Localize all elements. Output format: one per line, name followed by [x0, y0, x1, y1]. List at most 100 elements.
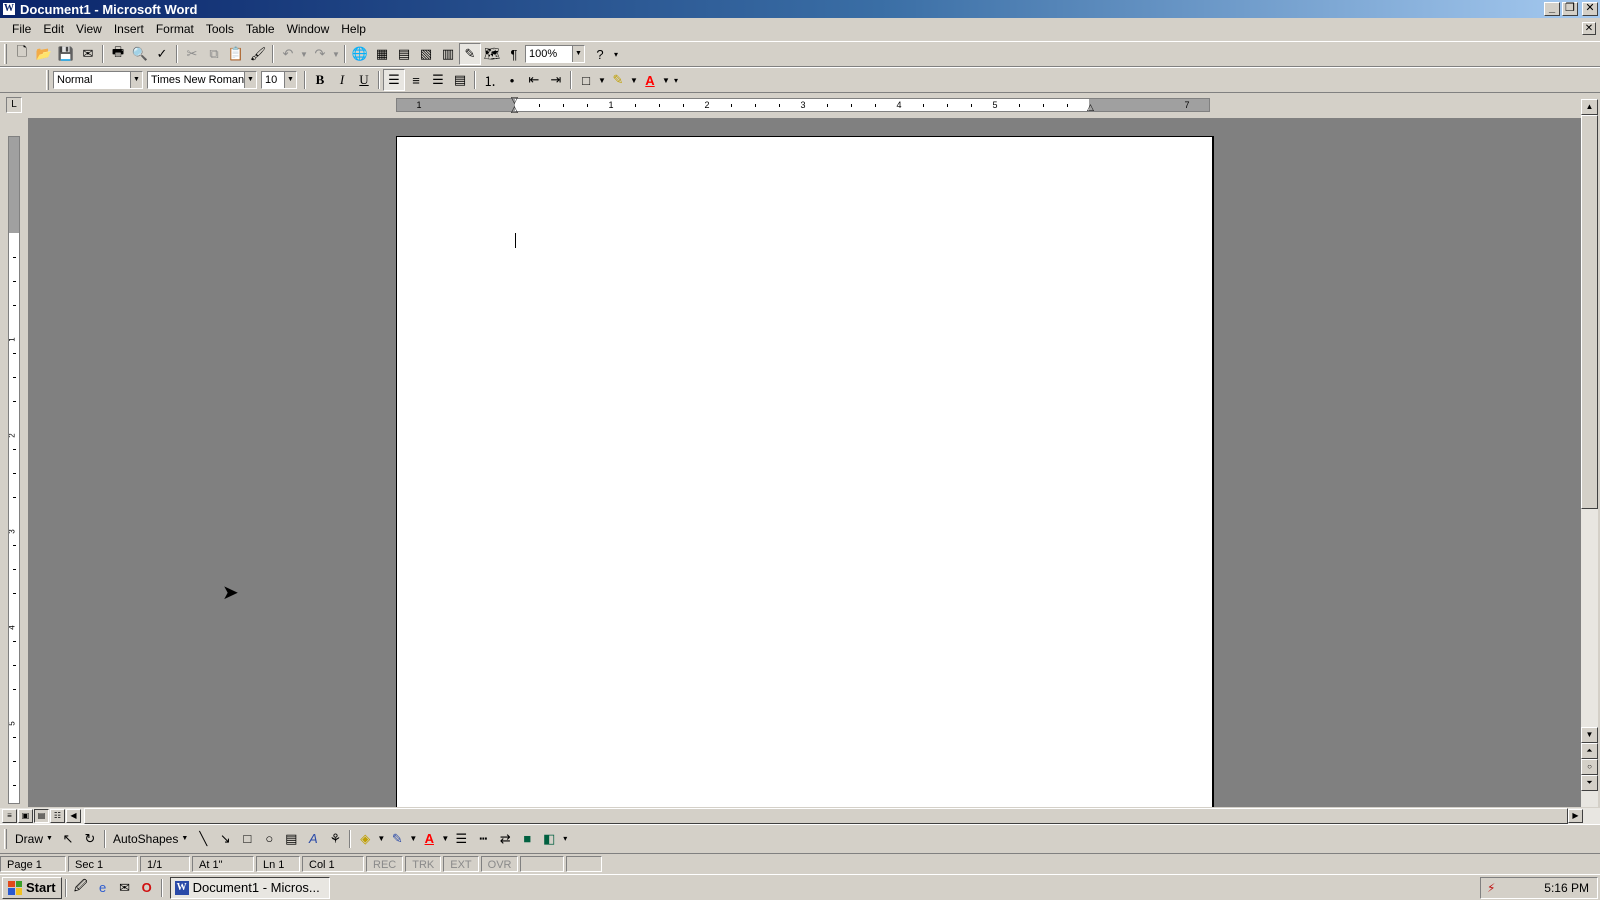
- increase-indent-icon[interactable]: ⇥: [545, 69, 567, 91]
- status-trk[interactable]: TRK: [405, 855, 442, 872]
- status-section[interactable]: Sec 1: [68, 855, 138, 872]
- wordart-icon[interactable]: A: [302, 828, 324, 850]
- font-color-icon[interactable]: A: [639, 69, 661, 91]
- toolbar-grip[interactable]: [46, 70, 49, 90]
- taskbar-word-button[interactable]: W Document1 - Micros...: [169, 876, 330, 899]
- free-rotate-icon[interactable]: ↻: [79, 828, 101, 850]
- highlight-icon[interactable]: ✎: [607, 69, 629, 91]
- redo-dropdown-icon[interactable]: ▼: [331, 43, 341, 65]
- document-close-button[interactable]: ✕: [1582, 22, 1596, 35]
- minimize-button[interactable]: _: [1544, 2, 1560, 16]
- shadow-icon[interactable]: ■: [516, 828, 538, 850]
- vertical-scrollbar[interactable]: ▲ ▼ ⏶ ○ ⏷: [1581, 99, 1598, 807]
- decrease-indent-icon[interactable]: ⇤: [523, 69, 545, 91]
- align-left-icon[interactable]: ☰: [383, 69, 405, 91]
- justify-icon[interactable]: ▤: [449, 69, 471, 91]
- open-icon[interactable]: 📂: [33, 43, 55, 65]
- restore-button[interactable]: ❐: [1562, 2, 1578, 16]
- text-box-icon[interactable]: ▤: [280, 828, 302, 850]
- 3d-icon[interactable]: ◧: [538, 828, 560, 850]
- tray-network-icon[interactable]: ⚡: [1487, 881, 1495, 895]
- status-column[interactable]: Col 1: [302, 855, 364, 872]
- toolbar-options-icon[interactable]: ▾: [671, 69, 681, 91]
- start-button[interactable]: Start: [2, 876, 62, 899]
- autoshapes-menu-button[interactable]: AutoShapes ▼: [109, 828, 192, 850]
- oval-icon[interactable]: ○: [258, 828, 280, 850]
- align-center-icon[interactable]: ≡: [405, 69, 427, 91]
- menu-file[interactable]: File: [6, 22, 37, 36]
- insert-table-icon[interactable]: ▤: [393, 43, 415, 65]
- scroll-up-icon[interactable]: ▲: [1581, 99, 1598, 115]
- menu-help[interactable]: Help: [335, 22, 372, 36]
- status-spelling[interactable]: [566, 855, 603, 872]
- spelling-icon[interactable]: ✓: [151, 43, 173, 65]
- font-size-select[interactable]: 10 ▼: [261, 71, 297, 89]
- line-icon[interactable]: ╲: [192, 828, 214, 850]
- select-objects-icon[interactable]: ↖: [57, 828, 79, 850]
- zoom-select[interactable]: 100% ▼: [525, 45, 585, 63]
- menu-tools[interactable]: Tools: [200, 22, 240, 36]
- email-icon[interactable]: ✉: [77, 43, 99, 65]
- scroll-down-icon[interactable]: ▼: [1581, 727, 1598, 743]
- font-select[interactable]: Times New Roman ▼: [147, 71, 257, 89]
- undo-icon[interactable]: ↶: [277, 43, 299, 65]
- internet-explorer-icon[interactable]: e: [92, 877, 114, 899]
- close-button[interactable]: ✕: [1582, 2, 1598, 16]
- opera-icon[interactable]: O: [136, 877, 158, 899]
- border-icon[interactable]: □: [575, 69, 597, 91]
- line-style-icon[interactable]: ☰: [450, 828, 472, 850]
- document-page[interactable]: [396, 136, 1214, 807]
- status-line[interactable]: Ln 1: [256, 855, 300, 872]
- horizontal-scroll-thumb[interactable]: [84, 808, 1568, 824]
- clock[interactable]: 5:16 PM: [1544, 881, 1589, 895]
- format-painter-icon[interactable]: 🖌: [247, 43, 269, 65]
- select-browse-object-icon[interactable]: ○: [1581, 759, 1598, 775]
- columns-icon[interactable]: ▥: [437, 43, 459, 65]
- menu-format[interactable]: Format: [150, 22, 200, 36]
- arrow-icon[interactable]: ↘: [214, 828, 236, 850]
- dash-style-icon[interactable]: ┅: [472, 828, 494, 850]
- document-map-icon[interactable]: 🗺: [481, 43, 503, 65]
- menu-view[interactable]: View: [70, 22, 108, 36]
- menu-table[interactable]: Table: [240, 22, 281, 36]
- drawing-font-color-dropdown-icon[interactable]: ▼: [440, 828, 450, 850]
- status-page[interactable]: Page 1: [0, 855, 66, 872]
- scroll-right-icon[interactable]: ▶: [1568, 809, 1583, 823]
- status-at[interactable]: At 1": [192, 855, 254, 872]
- next-page-icon[interactable]: ⏷: [1581, 775, 1598, 791]
- cut-icon[interactable]: ✂: [181, 43, 203, 65]
- bold-button[interactable]: B: [309, 69, 331, 91]
- chevron-down-icon[interactable]: ▼: [244, 72, 256, 88]
- toolbar-grip[interactable]: [4, 44, 7, 64]
- arrow-style-icon[interactable]: ⇄: [494, 828, 516, 850]
- word-app-icon[interactable]: W: [2, 2, 16, 16]
- print-icon[interactable]: 🖶: [107, 43, 129, 65]
- save-icon[interactable]: 💾: [55, 43, 77, 65]
- toolbar-grip[interactable]: [4, 828, 7, 849]
- previous-page-icon[interactable]: ⏶: [1581, 743, 1598, 759]
- line-color-icon[interactable]: ✎: [386, 828, 408, 850]
- status-page-count[interactable]: 1/1: [140, 855, 190, 872]
- chevron-down-icon[interactable]: ▼: [284, 72, 296, 88]
- show-desktop-icon[interactable]: 🖉: [70, 877, 92, 899]
- clip-art-icon[interactable]: ⚘: [324, 828, 346, 850]
- tab-selector[interactable]: L: [6, 97, 22, 113]
- fill-color-dropdown-icon[interactable]: ▼: [376, 828, 386, 850]
- vertical-ruler[interactable]: 1 2 3 4 5: [8, 136, 20, 804]
- help-icon[interactable]: ?: [589, 43, 611, 65]
- numbering-icon[interactable]: ⒈: [479, 69, 501, 91]
- draw-menu-button[interactable]: Draw ▼: [11, 828, 57, 850]
- insert-excel-icon[interactable]: ▧: [415, 43, 437, 65]
- italic-button[interactable]: I: [331, 69, 353, 91]
- redo-icon[interactable]: ↷: [309, 43, 331, 65]
- vertical-scroll-thumb[interactable]: [1581, 115, 1598, 509]
- tables-borders-icon[interactable]: ▦: [371, 43, 393, 65]
- print-layout-view-icon[interactable]: ▤: [34, 809, 49, 823]
- style-select[interactable]: Normal ▼: [53, 71, 143, 89]
- undo-dropdown-icon[interactable]: ▼: [299, 43, 309, 65]
- show-hide-icon[interactable]: ¶: [503, 43, 525, 65]
- border-dropdown-icon[interactable]: ▼: [597, 69, 607, 91]
- outlook-express-icon[interactable]: ✉: [114, 877, 136, 899]
- toolbar-options-icon[interactable]: ▾: [611, 43, 621, 65]
- web-layout-view-icon[interactable]: ▣: [18, 809, 33, 823]
